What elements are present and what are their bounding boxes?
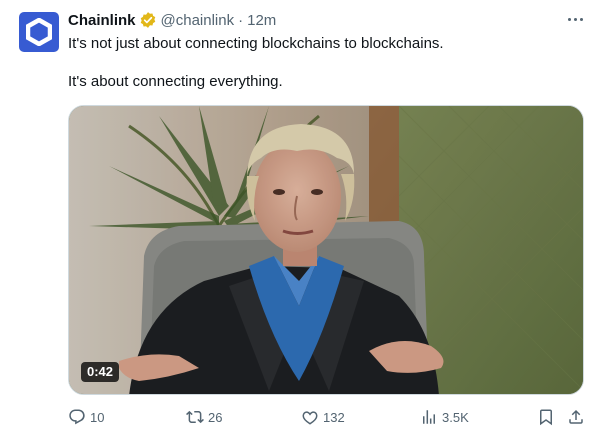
views-button[interactable]: 3.5K <box>420 405 469 429</box>
tweet-text-line-1: It's not just about connecting blockchai… <box>68 35 444 52</box>
verified-badge-icon[interactable] <box>139 11 157 29</box>
views-icon <box>423 410 435 424</box>
chainlink-logo-icon <box>26 18 52 46</box>
display-name[interactable]: Chainlink <box>68 12 136 29</box>
video-player[interactable]: 0:42 <box>68 105 584 395</box>
video-frame <box>69 106 583 394</box>
like-icon <box>302 411 318 425</box>
tweet[interactable]: Chainlink @chainlink · 12m It's not just… <box>0 0 601 435</box>
handle[interactable]: @chainlink <box>161 12 235 29</box>
reply-count: 10 <box>90 409 105 425</box>
reply-button[interactable]: 10 <box>68 405 104 429</box>
more-icon[interactable] <box>566 12 584 26</box>
share-icon <box>569 409 583 424</box>
views-count: 3.5K <box>442 409 469 425</box>
repost-button[interactable]: 26 <box>186 405 222 429</box>
tweet-text-line-2: It's about connecting everything. <box>68 73 283 90</box>
share-button[interactable] <box>567 405 585 429</box>
bookmark-icon <box>540 409 552 426</box>
repost-count: 26 <box>208 409 223 425</box>
avatar[interactable] <box>19 12 59 52</box>
timestamp[interactable]: 12m <box>247 12 276 29</box>
like-button[interactable]: 132 <box>301 405 345 429</box>
like-count: 132 <box>323 409 345 425</box>
repost-icon <box>186 410 204 424</box>
video-duration: 0:42 <box>81 362 120 382</box>
tweet-header: Chainlink @chainlink · 12m <box>68 10 276 30</box>
separator-dot: · <box>238 11 244 29</box>
bookmark-button[interactable] <box>537 405 555 429</box>
reply-icon <box>69 409 85 425</box>
action-bar: 10 26 132 3.5K <box>0 405 601 429</box>
